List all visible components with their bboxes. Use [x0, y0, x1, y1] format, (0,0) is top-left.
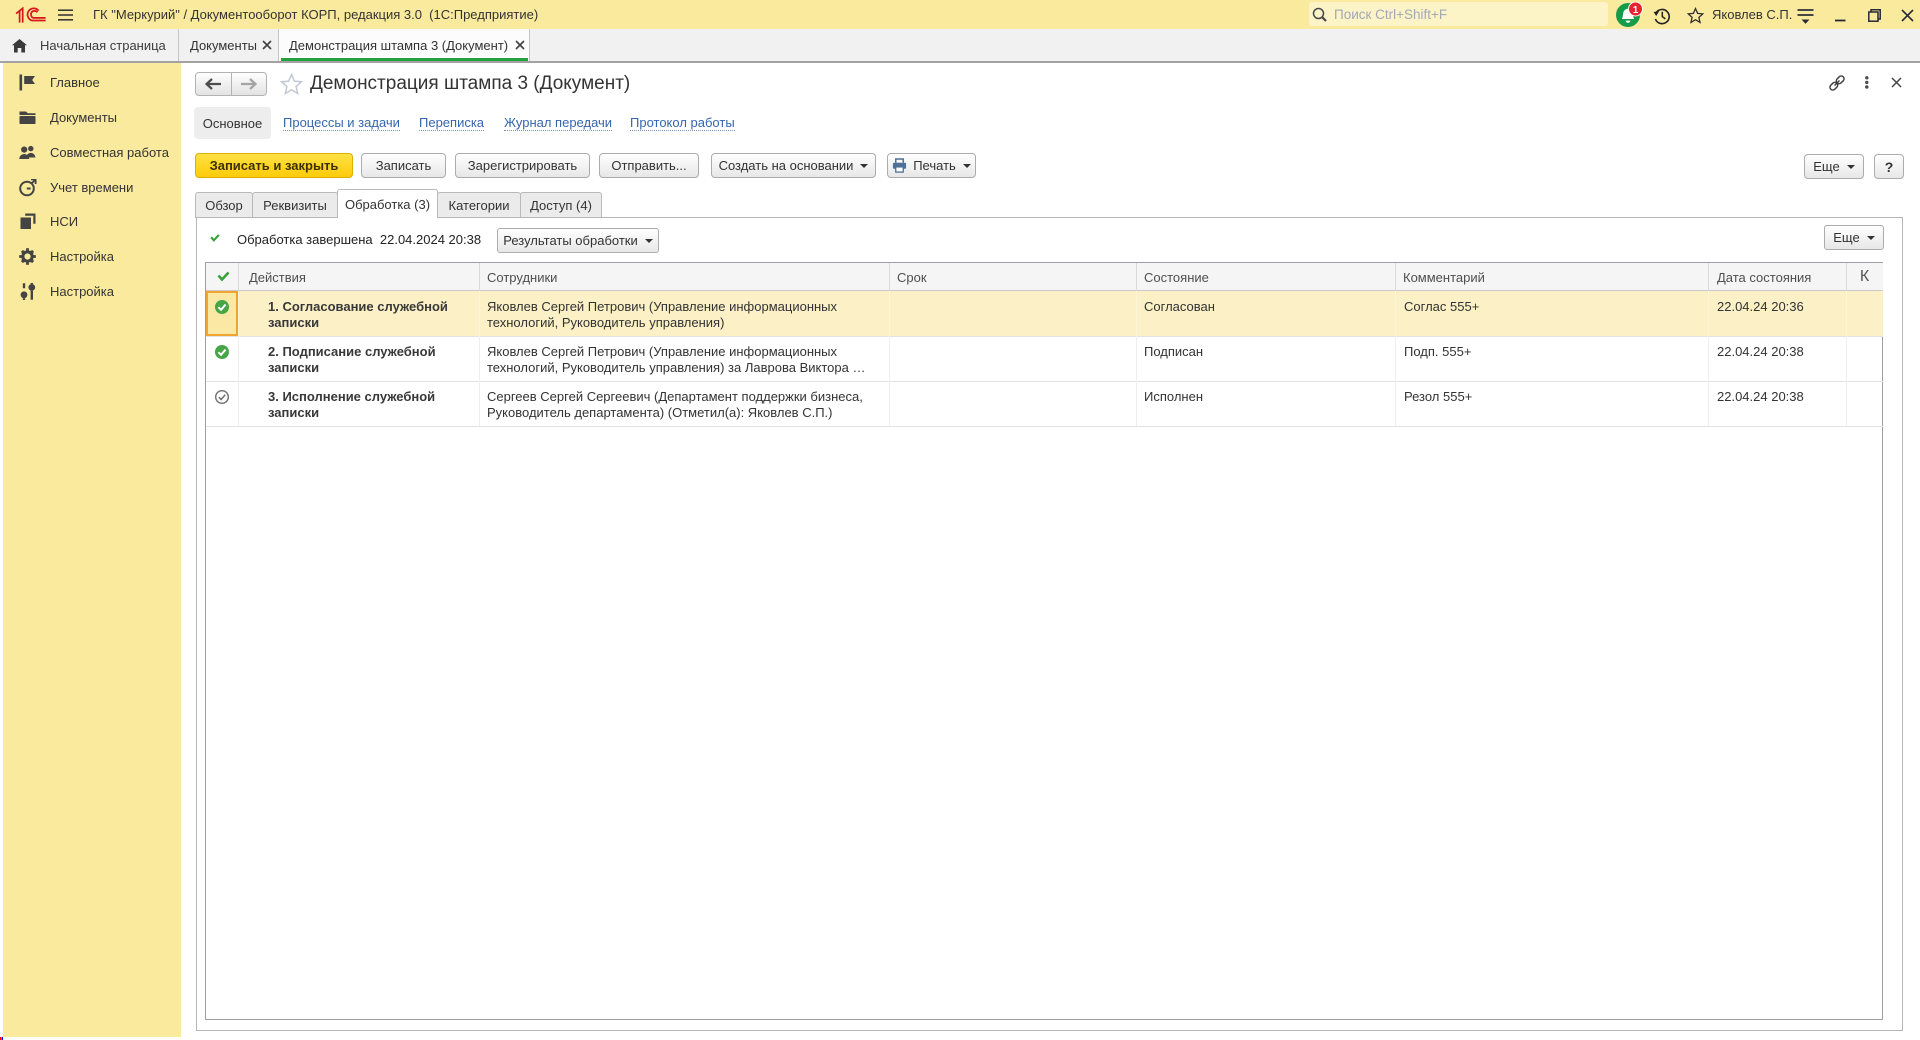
svg-text:1: 1 [1633, 5, 1639, 16]
